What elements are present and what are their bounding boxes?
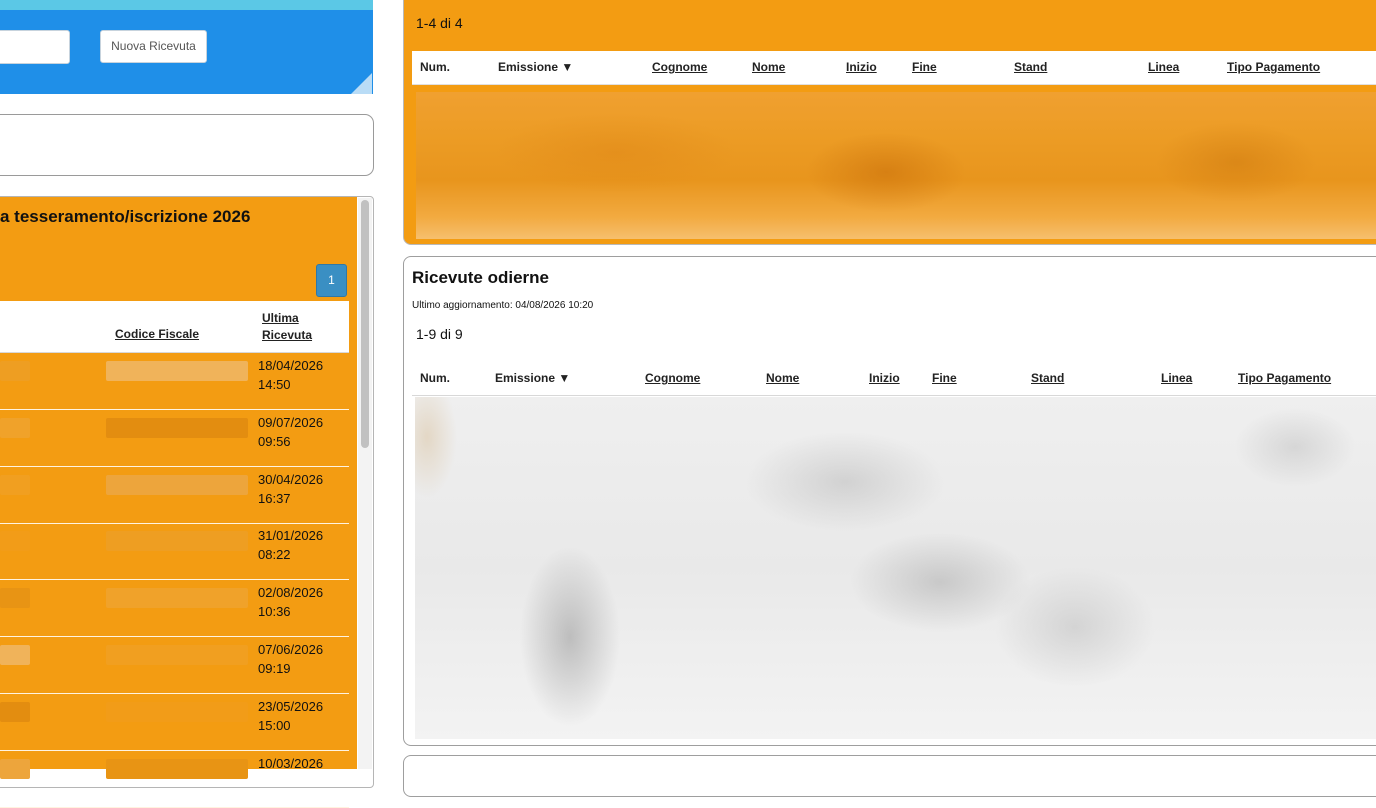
last-receipt-time: 08:22 — [258, 547, 291, 562]
table-row[interactable]: 18/04/2026 14:50 — [0, 353, 349, 410]
last-receipt-date: 18/04/2026 — [258, 358, 324, 373]
last-receipt-time: 14:50 — [258, 377, 291, 392]
last-receipt-time: 16:37 — [258, 491, 291, 506]
table-row[interactable]: 10/03/2026 — [0, 751, 349, 808]
column-tipo-pagamento[interactable]: Tipo Pagamento — [1238, 371, 1331, 385]
result-count: 1-4 di 4 — [416, 15, 463, 31]
last-receipt-time: 09:56 — [258, 434, 291, 449]
column-inizio[interactable]: Inizio — [869, 371, 900, 385]
table-header: Num. Emissione ▼ Cognome Nome Inizio Fin… — [412, 51, 1376, 85]
redacted-codice-fiscale — [106, 531, 248, 551]
redacted-codice-fiscale — [106, 418, 248, 438]
next-panel — [403, 755, 1376, 797]
last-receipt-date: 23/05/2026 — [258, 699, 324, 714]
column-cognome[interactable]: Cognome — [645, 371, 700, 385]
redacted-cell — [0, 475, 30, 495]
last-receipt-date: 02/08/2026 — [258, 585, 324, 600]
table-row[interactable]: 23/05/2026 15:00 — [0, 694, 349, 751]
table-row[interactable]: 31/01/2026 08:22 — [0, 523, 349, 580]
column-num: Num. — [420, 371, 450, 385]
last-receipt-time: 15:00 — [258, 718, 291, 733]
redacted-cell — [0, 759, 30, 779]
column-linea[interactable]: Linea — [1148, 60, 1179, 74]
new-receipt-button[interactable]: Nuova Ricevuta — [100, 30, 207, 63]
redacted-cell — [0, 361, 30, 381]
redacted-codice-fiscale — [106, 361, 248, 381]
last-receipt-date: 10/03/2026 — [258, 756, 324, 771]
column-tipo-pagamento[interactable]: Tipo Pagamento — [1227, 60, 1320, 74]
redacted-cell — [0, 588, 30, 608]
redacted-codice-fiscale — [106, 759, 248, 779]
column-fine[interactable]: Fine — [932, 371, 957, 385]
redacted-cell — [0, 702, 30, 722]
redacted-codice-fiscale — [106, 475, 248, 495]
column-emissione[interactable]: Emissione ▼ — [498, 60, 573, 74]
panel-title: Ricevute odierne — [412, 268, 549, 287]
resize-corner-icon[interactable] — [351, 73, 372, 94]
redacted-cell — [0, 418, 30, 438]
column-fine[interactable]: Fine — [912, 60, 937, 74]
last-receipt-date: 31/01/2026 — [258, 528, 324, 543]
redacted-table-body — [415, 397, 1376, 739]
redacted-cell — [0, 531, 30, 551]
table-header: Codice Fiscale Ultima Ricevuta — [0, 301, 349, 353]
redacted-cell — [0, 645, 30, 665]
column-ultima-ricevuta[interactable]: Ultima Ricevuta — [262, 310, 322, 344]
redacted-table-body — [416, 92, 1376, 239]
last-updated-text: Ultimo aggiornamento: 04/08/2026 10:20 — [412, 300, 594, 311]
pagination-page-button[interactable]: 1 — [316, 264, 347, 297]
filter-box — [0, 114, 374, 176]
column-inizio[interactable]: Inizio — [846, 60, 877, 74]
column-stand[interactable]: Stand — [1031, 371, 1064, 385]
column-num: Num. — [420, 60, 450, 74]
column-emissione[interactable]: Emissione ▼ — [495, 371, 570, 385]
column-stand[interactable]: Stand — [1014, 60, 1047, 74]
column-linea[interactable]: Linea — [1161, 371, 1192, 385]
last-receipt-date: 09/07/2026 — [258, 415, 324, 430]
table-header: Num. Emissione ▼ Cognome Nome Inizio Fin… — [412, 362, 1376, 396]
table-row[interactable]: 02/08/2026 10:36 — [0, 580, 349, 637]
last-receipt-time: 09:19 — [258, 661, 291, 676]
search-input[interactable] — [0, 30, 70, 64]
last-receipt-date: 07/06/2026 — [258, 642, 324, 657]
panel-title: a tesseramento/iscrizione 2026 — [0, 207, 251, 226]
table-row[interactable]: 30/04/2026 16:37 — [0, 467, 349, 524]
scrollbar-thumb[interactable] — [361, 200, 369, 448]
table-row[interactable]: 09/07/2026 09:56 — [0, 410, 349, 467]
last-receipt-time: 10:36 — [258, 604, 291, 619]
column-cognome[interactable]: Cognome — [652, 60, 707, 74]
column-nome[interactable]: Nome — [766, 371, 799, 385]
table-row[interactable]: 07/06/2026 09:19 — [0, 637, 349, 694]
redacted-codice-fiscale — [106, 588, 248, 608]
redacted-codice-fiscale — [106, 702, 248, 722]
column-codice-fiscale[interactable]: Codice Fiscale — [115, 327, 199, 341]
top-accent-strip — [0, 0, 373, 10]
redacted-codice-fiscale — [106, 645, 248, 665]
column-nome[interactable]: Nome — [752, 60, 785, 74]
result-count: 1-9 di 9 — [416, 326, 463, 342]
last-receipt-date: 30/04/2026 — [258, 472, 324, 487]
